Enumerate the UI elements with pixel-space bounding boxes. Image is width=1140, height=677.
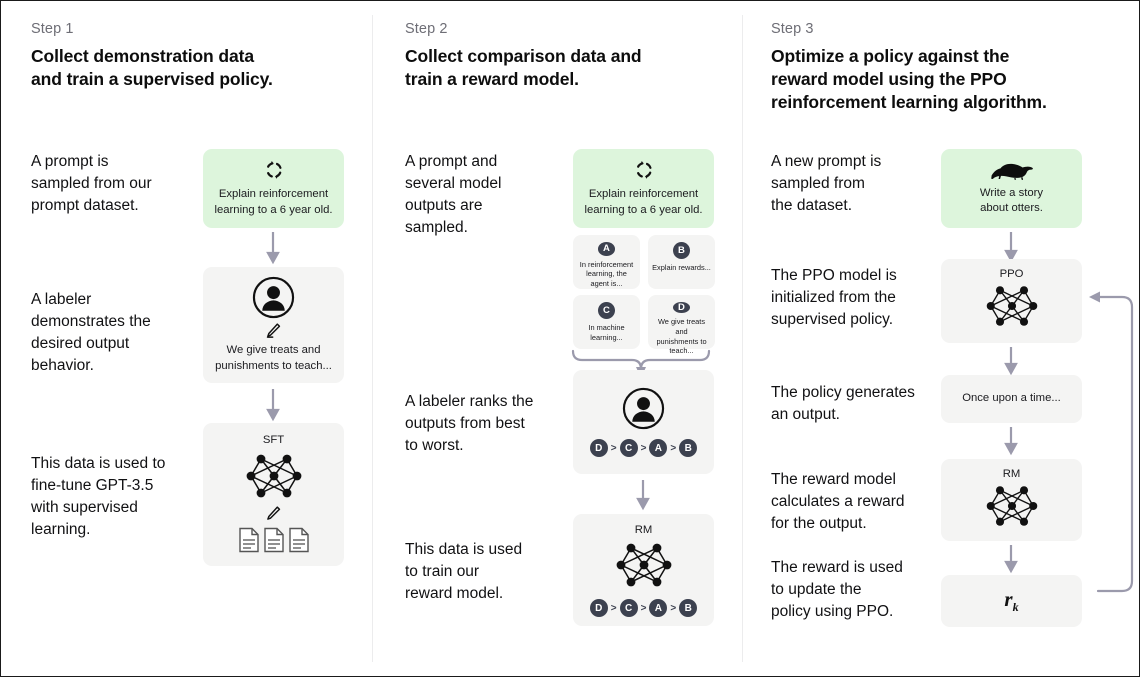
- step-1-arrow-1: [265, 232, 281, 265]
- step-1-caption-1: A prompt is sampled from our prompt data…: [31, 153, 152, 214]
- step-3-caption-4: The reward model calculates a reward for…: [771, 471, 905, 532]
- option-tile-a: A In reinforcement learning, the agent i…: [573, 235, 640, 289]
- step-1-prompt-card: Explain reinforcement learning to a 6 ye…: [203, 149, 344, 228]
- step-3-arrow-3: [1003, 427, 1019, 456]
- refresh-circle-icon: [263, 159, 285, 181]
- option-tile-d: D We give treats and punishments to teac…: [648, 295, 715, 355]
- step-2-title: Collect comparison data and train a rewa…: [405, 46, 642, 90]
- step-2-ranking-row: D > C > A > B: [589, 439, 698, 457]
- option-badge-c: C: [598, 302, 615, 319]
- step-3-ppo-title: PPO: [999, 268, 1024, 280]
- documents-icon: [238, 527, 310, 553]
- step-3-ppo-card: PPO: [941, 259, 1082, 343]
- step-3-caption-5: The reward is used to update the policy …: [771, 559, 903, 620]
- rm-rank-badge-3: A: [649, 599, 668, 617]
- step-3-output-text: Once upon a time...: [962, 392, 1061, 405]
- reward-subscript: k: [1012, 600, 1019, 615]
- rank-badge-1: D: [589, 439, 608, 457]
- neural-network-icon: [983, 282, 1041, 330]
- step-3-rm-title: RM: [1002, 468, 1021, 480]
- option-text-c: In machine learning...: [588, 323, 625, 342]
- option-tile-c: C In machine learning...: [573, 295, 640, 349]
- step-3-caption-2: The PPO model is initialized from the su…: [771, 267, 897, 328]
- neural-network-icon: [983, 482, 1041, 530]
- step-2-prompt-text: Explain reinforcement learning to a 6 ye…: [584, 188, 703, 216]
- step-1-prompt-text: Explain reinforcement learning to a 6 ye…: [214, 188, 333, 216]
- step-2-ranking-card: D > C > A > B: [573, 370, 714, 474]
- step-1-caption-2: A labeler demonstrates the desired outpu…: [31, 291, 151, 374]
- step-2-label: Step 2: [405, 21, 448, 37]
- refresh-circle-icon: [633, 159, 655, 181]
- step-3-column: Step 3 Optimize a policy against the rew…: [743, 1, 1139, 676]
- option-text-b: Explain rewards...: [652, 263, 711, 272]
- neural-network-icon: [613, 539, 675, 591]
- step-2-prompt-card: Explain reinforcement learning to a 6 ye…: [573, 149, 714, 228]
- step-3-arrow-2: [1003, 347, 1019, 376]
- rm-rank-badge-4: B: [679, 599, 698, 617]
- step-1-labeler-card: We give treats and punishments to teach.…: [203, 267, 344, 383]
- step-1-column: Step 1 Collect demonstration data and tr…: [1, 1, 373, 676]
- option-badge-d: D: [673, 302, 690, 313]
- step-2-column: Step 2 Collect comparison data and train…: [373, 1, 743, 676]
- step-3-caption-1: A new prompt is sampled from the dataset…: [771, 153, 882, 214]
- step-1-label: Step 1: [31, 21, 74, 37]
- option-tile-b: B Explain rewards...: [648, 235, 715, 289]
- step-3-prompt-card: Write a story about otters.: [941, 149, 1082, 228]
- step-3-title: Optimize a policy against the reward mod…: [771, 46, 1047, 113]
- rm-rank-badge-1: D: [589, 599, 608, 617]
- rm-rank-separator-1: >: [610, 602, 617, 614]
- step-1-arrow-2: [265, 389, 281, 422]
- step-2-arrow-2: [635, 480, 651, 511]
- option-text-a: In reinforcement learning, the agent is.…: [579, 259, 634, 289]
- step-3-rm-card: RM: [941, 459, 1082, 541]
- step-2-rm-ranking-row: D > C > A > B: [589, 599, 698, 617]
- rm-rank-badge-2: C: [619, 599, 638, 617]
- step-2-rm-title: RM: [634, 524, 653, 536]
- reward-symbol: r: [1004, 586, 1013, 611]
- step-3-feedback-loop-arrow: [1076, 286, 1139, 606]
- step-3-arrow-4: [1003, 545, 1019, 574]
- rank-separator-3: >: [670, 442, 677, 454]
- pencil-icon: [265, 505, 282, 522]
- otter-icon: [989, 161, 1035, 181]
- step-1-title: Collect demonstration data and train a s…: [31, 46, 273, 90]
- step-2-caption-1: A prompt and several model outputs are s…: [405, 153, 502, 236]
- step-1-labeler-text: We give treats and punishments to teach.…: [215, 344, 332, 372]
- step-3-caption-3: The policy generates an output.: [771, 384, 915, 423]
- step-1-caption-3: This data is used to fine-tune GPT-3.5 w…: [31, 455, 166, 538]
- rlhf-diagram: Step 1 Collect demonstration data and tr…: [0, 0, 1140, 677]
- step-1-sft-title: SFT: [262, 434, 285, 446]
- step-3-reward-card: rk: [941, 575, 1082, 627]
- rank-separator-1: >: [610, 442, 617, 454]
- rm-rank-separator-2: >: [640, 602, 647, 614]
- rank-badge-4: B: [679, 439, 698, 457]
- rank-separator-2: >: [640, 442, 647, 454]
- step-2-caption-3: This data is used to train our reward mo…: [405, 541, 523, 602]
- option-badge-b: B: [673, 242, 690, 259]
- reward-value: rk: [1004, 587, 1018, 615]
- option-badge-a: A: [598, 242, 615, 256]
- pencil-icon: [265, 322, 282, 339]
- labeler-person-icon: [622, 387, 665, 430]
- step-2-caption-2: A labeler ranks the outputs from best to…: [405, 393, 534, 454]
- rank-badge-3: A: [649, 439, 668, 457]
- step-2-rm-card: RM D > C > A > B: [573, 514, 714, 626]
- rm-rank-separator-3: >: [670, 602, 677, 614]
- step-1-sft-card: SFT: [203, 423, 344, 566]
- step-3-arrow-1: [1003, 232, 1019, 263]
- neural-network-icon: [243, 450, 305, 502]
- step-3-prompt-text: Write a story about otters.: [979, 186, 1044, 214]
- labeler-person-icon: [252, 276, 295, 319]
- step-3-output-card: Once upon a time...: [941, 375, 1082, 423]
- rank-badge-2: C: [619, 439, 638, 457]
- step-3-label: Step 3: [771, 21, 814, 37]
